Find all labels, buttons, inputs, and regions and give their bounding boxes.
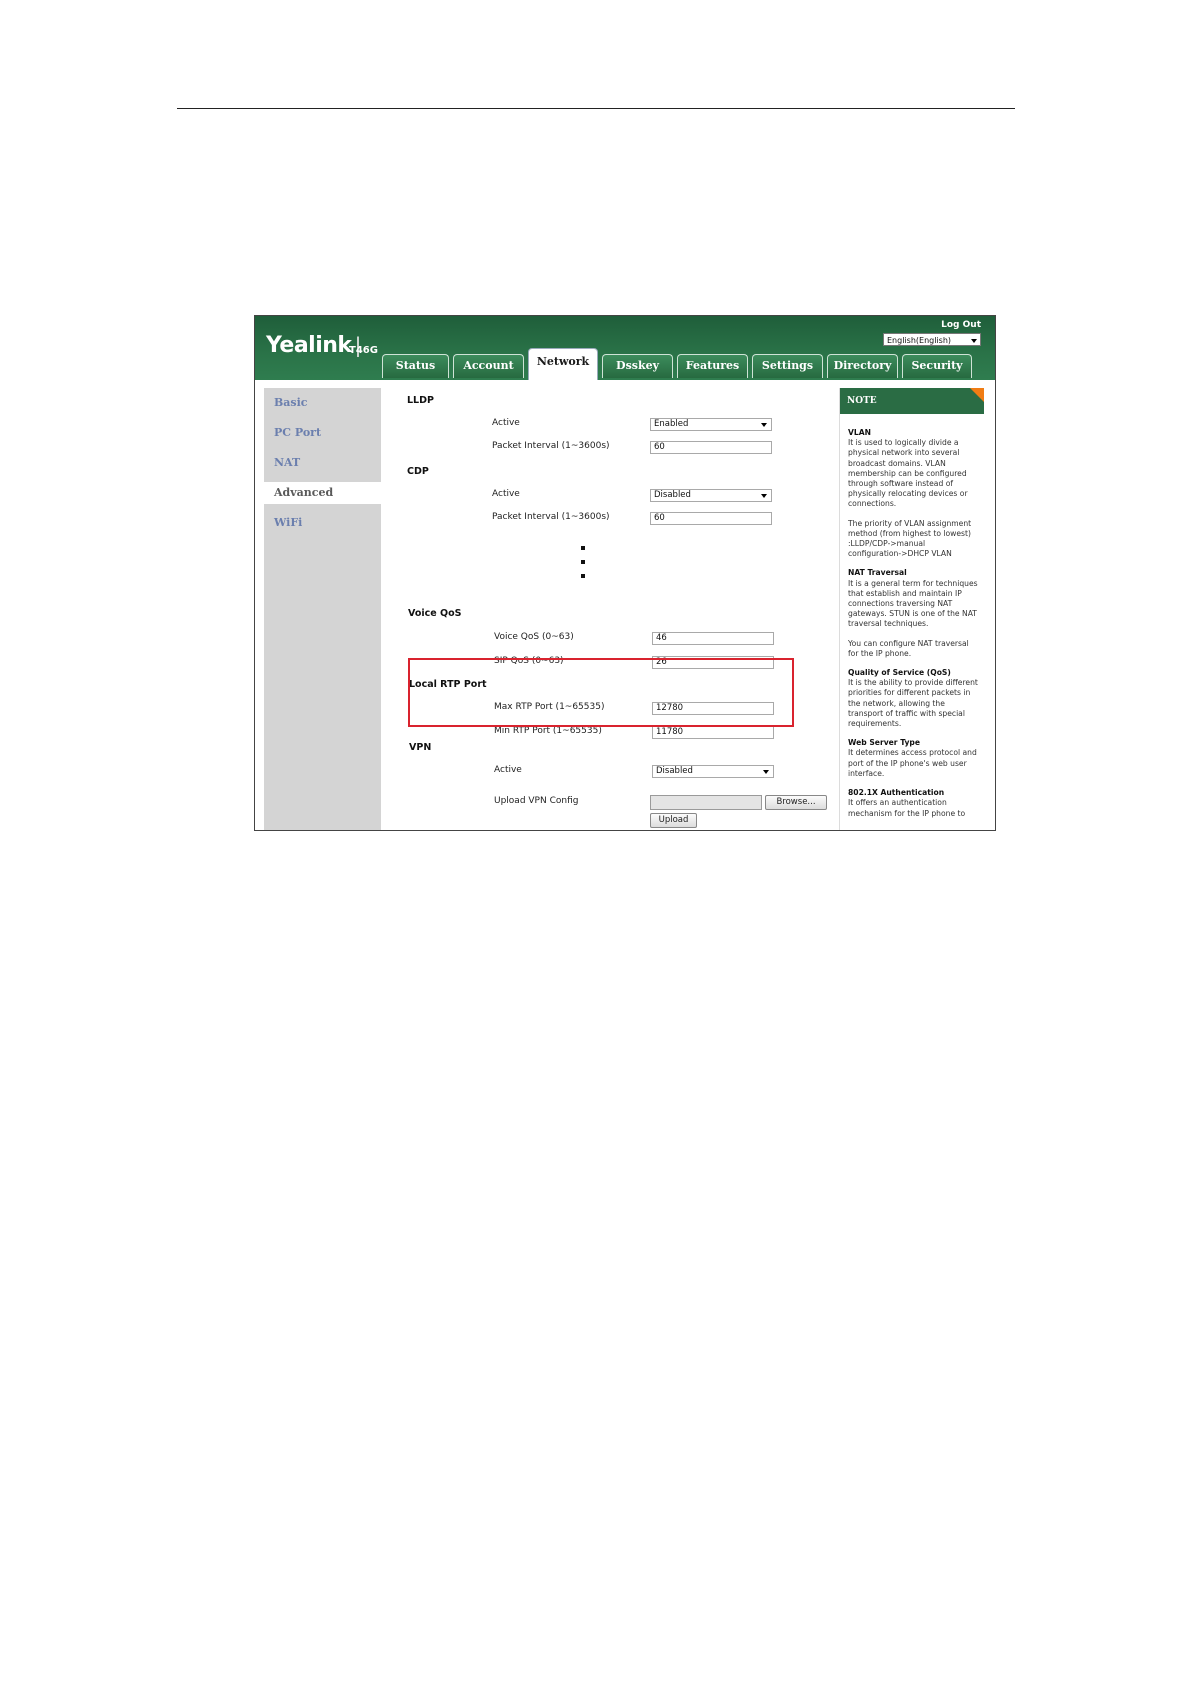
tab-account[interactable]: Account	[453, 354, 524, 378]
logout-link[interactable]: Log Out	[941, 320, 981, 330]
page-header-rule	[177, 108, 1015, 109]
cdp-active-select[interactable]: Disabled	[650, 489, 772, 502]
cdp-interval-input[interactable]: 60	[650, 512, 772, 525]
sidebar-item-basic[interactable]: Basic	[264, 392, 381, 414]
upload-vpn-label: Upload VPN Config	[494, 796, 579, 806]
note-section: VLAN It is used to logically divide a ph…	[848, 428, 980, 510]
note-section-text: You can configure NAT traversal for the …	[848, 638, 969, 658]
language-value: English(English)	[887, 336, 952, 345]
model-label: T46G	[349, 345, 378, 356]
vpn-active-select[interactable]: Disabled	[652, 765, 774, 778]
ellipsis-dot	[581, 574, 585, 578]
tab-directory[interactable]: Directory	[827, 354, 898, 378]
web-ui-screenshot: Yealink | T46G Log Out English(English) S…	[254, 315, 996, 831]
rtp-highlight-box	[408, 658, 794, 727]
browse-button[interactable]: Browse...	[765, 795, 827, 810]
chevron-down-icon	[761, 423, 767, 427]
note-section-text: It is used to logically divide a physica…	[848, 438, 968, 509]
tab-features[interactable]: Features	[677, 354, 748, 378]
note-section-text: It offers an authentication mechanism fo…	[848, 798, 966, 818]
note-corner-flag	[970, 388, 984, 402]
note-section-text: It determines access protocol and port o…	[848, 748, 977, 778]
upload-button[interactable]: Upload	[650, 813, 697, 828]
sidebar-item-pc-port[interactable]: PC Port	[264, 422, 381, 444]
note-panel: NOTE VLAN It is used to logically divide…	[839, 388, 984, 830]
min-rtp-label: Min RTP Port (1~65535)	[494, 726, 602, 736]
min-rtp-input[interactable]: 11780	[652, 726, 774, 739]
note-section: You can configure NAT traversal for the …	[848, 639, 980, 659]
sidebar-item-wifi[interactable]: WiFi	[264, 512, 381, 534]
tab-network[interactable]: Network	[528, 348, 598, 380]
sidebar: Basic PC Port NAT Advanced WiFi	[264, 388, 381, 830]
vpn-active-value: Disabled	[656, 766, 693, 776]
note-section: Quality of Service (QoS) It is the abili…	[848, 668, 980, 729]
note-section-text: It is a general term for techniques that…	[848, 578, 978, 629]
chevron-down-icon	[763, 770, 769, 774]
chevron-down-icon	[761, 494, 767, 498]
note-section-title: VLAN	[848, 428, 871, 437]
ellipsis-dot	[581, 546, 585, 550]
cdp-heading: CDP	[407, 466, 429, 477]
note-section-title: 802.1X Authentication	[848, 788, 945, 798]
vpn-active-label: Active	[494, 765, 522, 775]
tab-security[interactable]: Security	[902, 354, 972, 378]
tab-settings[interactable]: Settings	[752, 354, 823, 378]
voice-qos-heading: Voice QoS	[408, 608, 462, 619]
lldp-interval-input[interactable]: 60	[650, 441, 772, 454]
note-section-title: NAT Traversal	[848, 568, 907, 578]
note-section: 802.1X Authentication It offers an authe…	[848, 788, 980, 819]
lldp-active-label: Active	[492, 418, 520, 428]
note-section-title: Quality of Service (QoS)	[848, 668, 951, 678]
chevron-down-icon	[971, 339, 977, 343]
language-select[interactable]: English(English)	[883, 333, 981, 346]
note-body: VLAN It is used to logically divide a ph…	[848, 428, 980, 828]
note-section: NAT Traversal It is a general term for t…	[848, 568, 980, 629]
voice-qos-label: Voice QoS (0~63)	[494, 632, 574, 642]
top-header: Yealink | T46G Log Out English(English) S…	[255, 316, 995, 380]
note-section: Web Server Type It determines access pro…	[848, 738, 980, 779]
lldp-active-value: Enabled	[654, 419, 689, 429]
tab-dsskey[interactable]: Dsskey	[602, 354, 673, 378]
ellipsis-dot	[581, 560, 585, 564]
cdp-active-label: Active	[492, 489, 520, 499]
note-title: NOTE	[840, 388, 984, 414]
cdp-active-value: Disabled	[654, 490, 691, 500]
cdp-interval-label: Packet Interval (1~3600s)	[492, 512, 610, 522]
sidebar-item-advanced[interactable]: Advanced	[264, 482, 381, 504]
vpn-heading: VPN	[409, 742, 432, 753]
logo-text: Yealink	[266, 333, 352, 358]
settings-content: LLDP Active Enabled Packet Interval (1~3…	[381, 380, 793, 830]
vpn-file-input[interactable]	[650, 795, 762, 810]
note-section-text: The priority of VLAN assignment method (…	[848, 518, 972, 559]
note-section-text: It is the ability to provide different p…	[848, 678, 978, 729]
tab-status[interactable]: Status	[382, 354, 449, 378]
lldp-active-select[interactable]: Enabled	[650, 418, 772, 431]
lldp-heading: LLDP	[407, 395, 434, 406]
voice-qos-input[interactable]: 46	[652, 632, 774, 645]
note-section-title: Web Server Type	[848, 738, 921, 748]
note-section: The priority of VLAN assignment method (…	[848, 519, 980, 560]
lldp-interval-label: Packet Interval (1~3600s)	[492, 441, 610, 451]
sidebar-item-nat[interactable]: NAT	[264, 452, 381, 474]
